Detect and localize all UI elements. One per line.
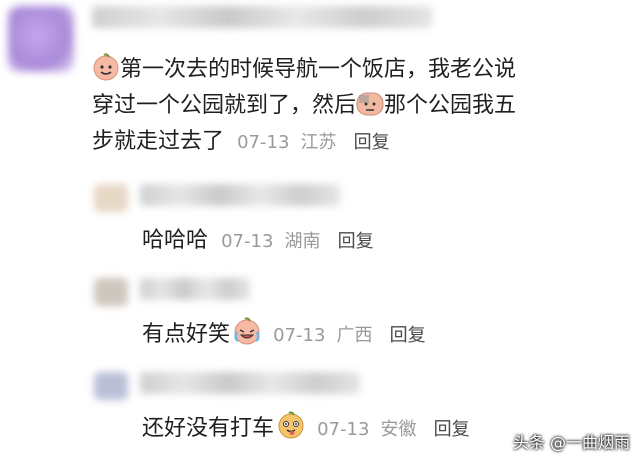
reply-date: 07-13 [317, 419, 370, 440]
username-blurred[interactable] [140, 372, 360, 394]
reply-button[interactable]: 回复 [354, 132, 390, 153]
reply-line: 还好没有打车 07-13 安徽 回复 [142, 410, 470, 442]
avatar[interactable] [94, 372, 128, 400]
reply-text: 还好没有打车 [142, 416, 275, 441]
smile-peach-icon [93, 53, 119, 81]
reply-date: 07-13 [221, 231, 274, 252]
reply-button[interactable]: 回复 [338, 231, 374, 252]
comment-location: 江苏 [300, 132, 337, 153]
comment-text: 第一次去的时候导航一个饭店，我老公说 [120, 57, 517, 82]
reply-location: 湖南 [284, 231, 321, 252]
comment-text: 那个公园我五 [384, 93, 517, 118]
watermark-text: 头条 @一曲烟雨 [512, 433, 630, 452]
username-blurred[interactable] [140, 278, 250, 300]
avatar[interactable] [8, 6, 74, 72]
comment-text: 步就走过去了 [92, 129, 225, 154]
comment-text: 穿过一个公园就到了，然后 [92, 93, 357, 118]
reply-button[interactable]: 回复 [434, 419, 470, 440]
username-blurred[interactable] [140, 184, 340, 206]
tongue-peach-icon [278, 411, 304, 439]
reply-text: 有点好笑 [142, 322, 231, 347]
comment-line-2: 穿过一个公园就到了，然后 那个公园我五 [92, 88, 516, 124]
reply-location: 安徽 [380, 419, 417, 440]
reply-line: 有点好笑 07-13 广西 回复 [142, 316, 426, 348]
comment-line-1: 第一次去的时候导航一个饭店，我老公说 [92, 52, 516, 88]
reply-location: 广西 [336, 325, 373, 346]
laugh-cry-peach-icon [234, 317, 260, 345]
reply-button[interactable]: 回复 [390, 325, 426, 346]
reply-line: 哈哈哈 07-13 湖南 回复 [142, 222, 374, 254]
reply-date: 07-13 [273, 325, 326, 346]
reply-text: 哈哈哈 [142, 228, 209, 253]
avatar[interactable] [94, 184, 128, 212]
sweat-peach-icon [356, 92, 384, 116]
watermark: 头条 @一曲烟雨 [513, 429, 630, 453]
comment-line-3: 步就走过去了 07-13 江苏 回复 [92, 124, 390, 160]
username-blurred[interactable] [92, 6, 432, 28]
comment-date: 07-13 [237, 132, 290, 153]
avatar[interactable] [94, 278, 128, 306]
